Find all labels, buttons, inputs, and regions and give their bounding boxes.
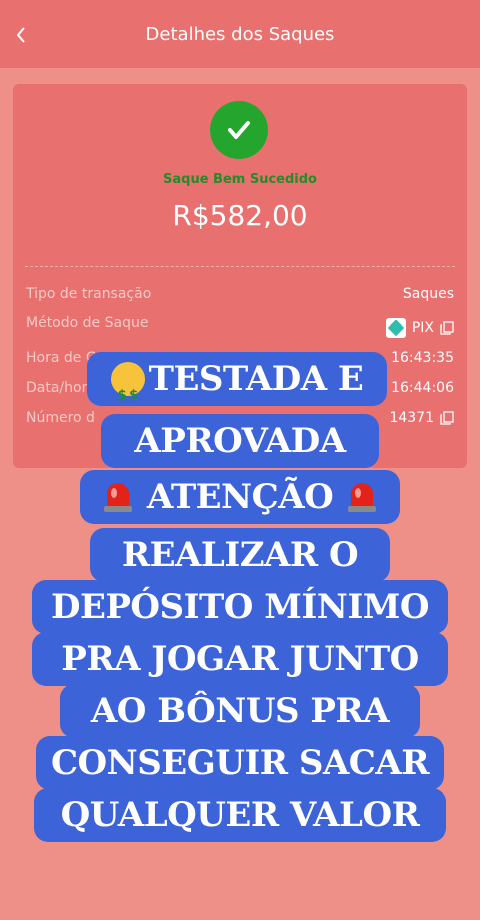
siren-icon bbox=[345, 476, 379, 512]
promo-line: CONSEGUIR SACAR bbox=[36, 736, 444, 790]
promo-line: QUALQUER VALOR bbox=[34, 788, 446, 842]
promo-line: APROVADA bbox=[101, 414, 379, 468]
promo-text: DEPÓSITO MÍNIMO bbox=[50, 587, 430, 627]
promo-text: APROVADA bbox=[134, 421, 346, 461]
promo-overlay: TESTADA E APROVADA ATENÇÃO REALIZAR O DE… bbox=[0, 0, 480, 920]
money-face-icon bbox=[110, 362, 145, 423]
promo-line: REALIZAR O bbox=[90, 528, 390, 582]
promo-text: REALIZAR O bbox=[121, 535, 359, 575]
promo-text: ATENÇÃO bbox=[146, 477, 334, 517]
promo-line: DEPÓSITO MÍNIMO bbox=[32, 580, 448, 634]
promo-text: AO BÔNUS PRA bbox=[90, 691, 390, 731]
promo-text: TESTADA E bbox=[148, 359, 364, 399]
promo-line: AO BÔNUS PRA bbox=[60, 684, 420, 738]
promo-line: PRA JOGAR JUNTO bbox=[32, 632, 448, 686]
siren-icon bbox=[101, 476, 135, 512]
promo-text: CONSEGUIR SACAR bbox=[50, 743, 430, 783]
promo-line: TESTADA E bbox=[87, 352, 387, 423]
promo-text: PRA JOGAR JUNTO bbox=[61, 639, 419, 679]
promo-text: QUALQUER VALOR bbox=[60, 795, 420, 835]
promo-line: ATENÇÃO bbox=[80, 470, 400, 524]
